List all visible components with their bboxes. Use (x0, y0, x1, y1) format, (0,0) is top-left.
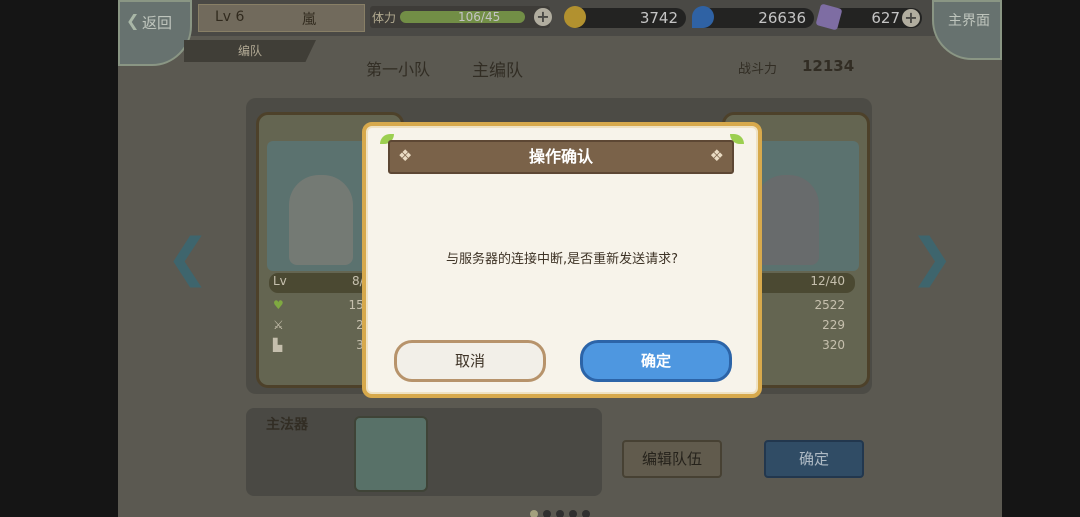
tab-first-squad[interactable]: 第一小队 (366, 56, 430, 80)
stamina-label: 体力 (372, 11, 397, 25)
dialog-message: 与服务器的连接中断,是否重新发送请求? (445, 252, 679, 267)
page-dot (556, 510, 564, 517)
player-level: Lv 6 (215, 9, 245, 25)
hero-figure (755, 175, 819, 265)
back-label: 返回 (142, 14, 173, 32)
artifact-slot[interactable] (354, 416, 428, 492)
stamina-plus-icon[interactable]: + (534, 8, 552, 26)
stamina-value: 106/45 (458, 10, 501, 24)
ornament-icon: ❖ (709, 146, 724, 165)
boot-icon: ▙ (273, 338, 283, 352)
confirm-team-button[interactable]: 确定 (764, 440, 864, 478)
heart-icon: ♥ (273, 298, 284, 312)
card-level-label: Lv (273, 274, 287, 288)
card-def: 320 (822, 338, 845, 352)
cancel-button[interactable]: 取消 (394, 340, 546, 382)
hero-figure (289, 175, 353, 265)
confirm-button[interactable]: 确定 (580, 340, 732, 382)
dialog-title-bar: ❖ 操作确认 ❖ (388, 140, 734, 174)
right-arrow-icon[interactable]: ❯ (910, 228, 954, 288)
page-dot (582, 510, 590, 517)
water-value: 26636 (758, 9, 806, 27)
sword-icon: ⚔ (273, 318, 284, 332)
edit-team-button[interactable]: 编辑队伍 (622, 440, 722, 478)
page-dot (530, 510, 538, 517)
left-arrow-icon[interactable]: ❮ (166, 228, 210, 288)
water-counter: 26636 (692, 6, 814, 28)
power-value: 12134 (802, 57, 855, 75)
tab-main-formation[interactable]: 主编队 (472, 56, 523, 81)
water-drop-icon (692, 6, 714, 28)
crystal-value: 627 (871, 9, 900, 27)
card-level: 12/40 (810, 274, 845, 288)
letterbox-left (0, 0, 118, 517)
page-dot (543, 510, 551, 517)
back-button[interactable]: ❮ 返回 (118, 0, 192, 66)
crystal-plus-icon[interactable]: + (902, 9, 920, 27)
confirm-dialog: ❖ 操作确认 ❖ 与服务器的连接中断,是否重新发送请求? 取消 确定 (362, 122, 762, 398)
card-hp: 2522 (814, 298, 845, 312)
main-menu-button[interactable]: 主界面 (932, 0, 1002, 60)
back-chevron-icon: ❮ (126, 11, 140, 30)
stamina-bar: 体力 106/45 (370, 6, 550, 28)
formation-label: 编队 (184, 40, 316, 62)
card-atk: 229 (822, 318, 845, 332)
page-dot (569, 510, 577, 517)
artifact-label: 主法器 (266, 417, 308, 433)
page-indicator (530, 503, 595, 517)
player-name: 嵐 (302, 12, 316, 28)
main-menu-label: 主界面 (948, 13, 990, 29)
gold-counter: 3742 (564, 6, 686, 28)
ornament-icon: ❖ (398, 146, 413, 165)
gold-coin-icon (564, 6, 586, 28)
player-level-box: Lv 6 嵐 (198, 4, 365, 32)
letterbox-right (1002, 0, 1080, 517)
gold-value: 3742 (639, 9, 678, 27)
power-label: 战斗力 (738, 62, 778, 77)
dialog-title: 操作确认 (528, 147, 593, 166)
